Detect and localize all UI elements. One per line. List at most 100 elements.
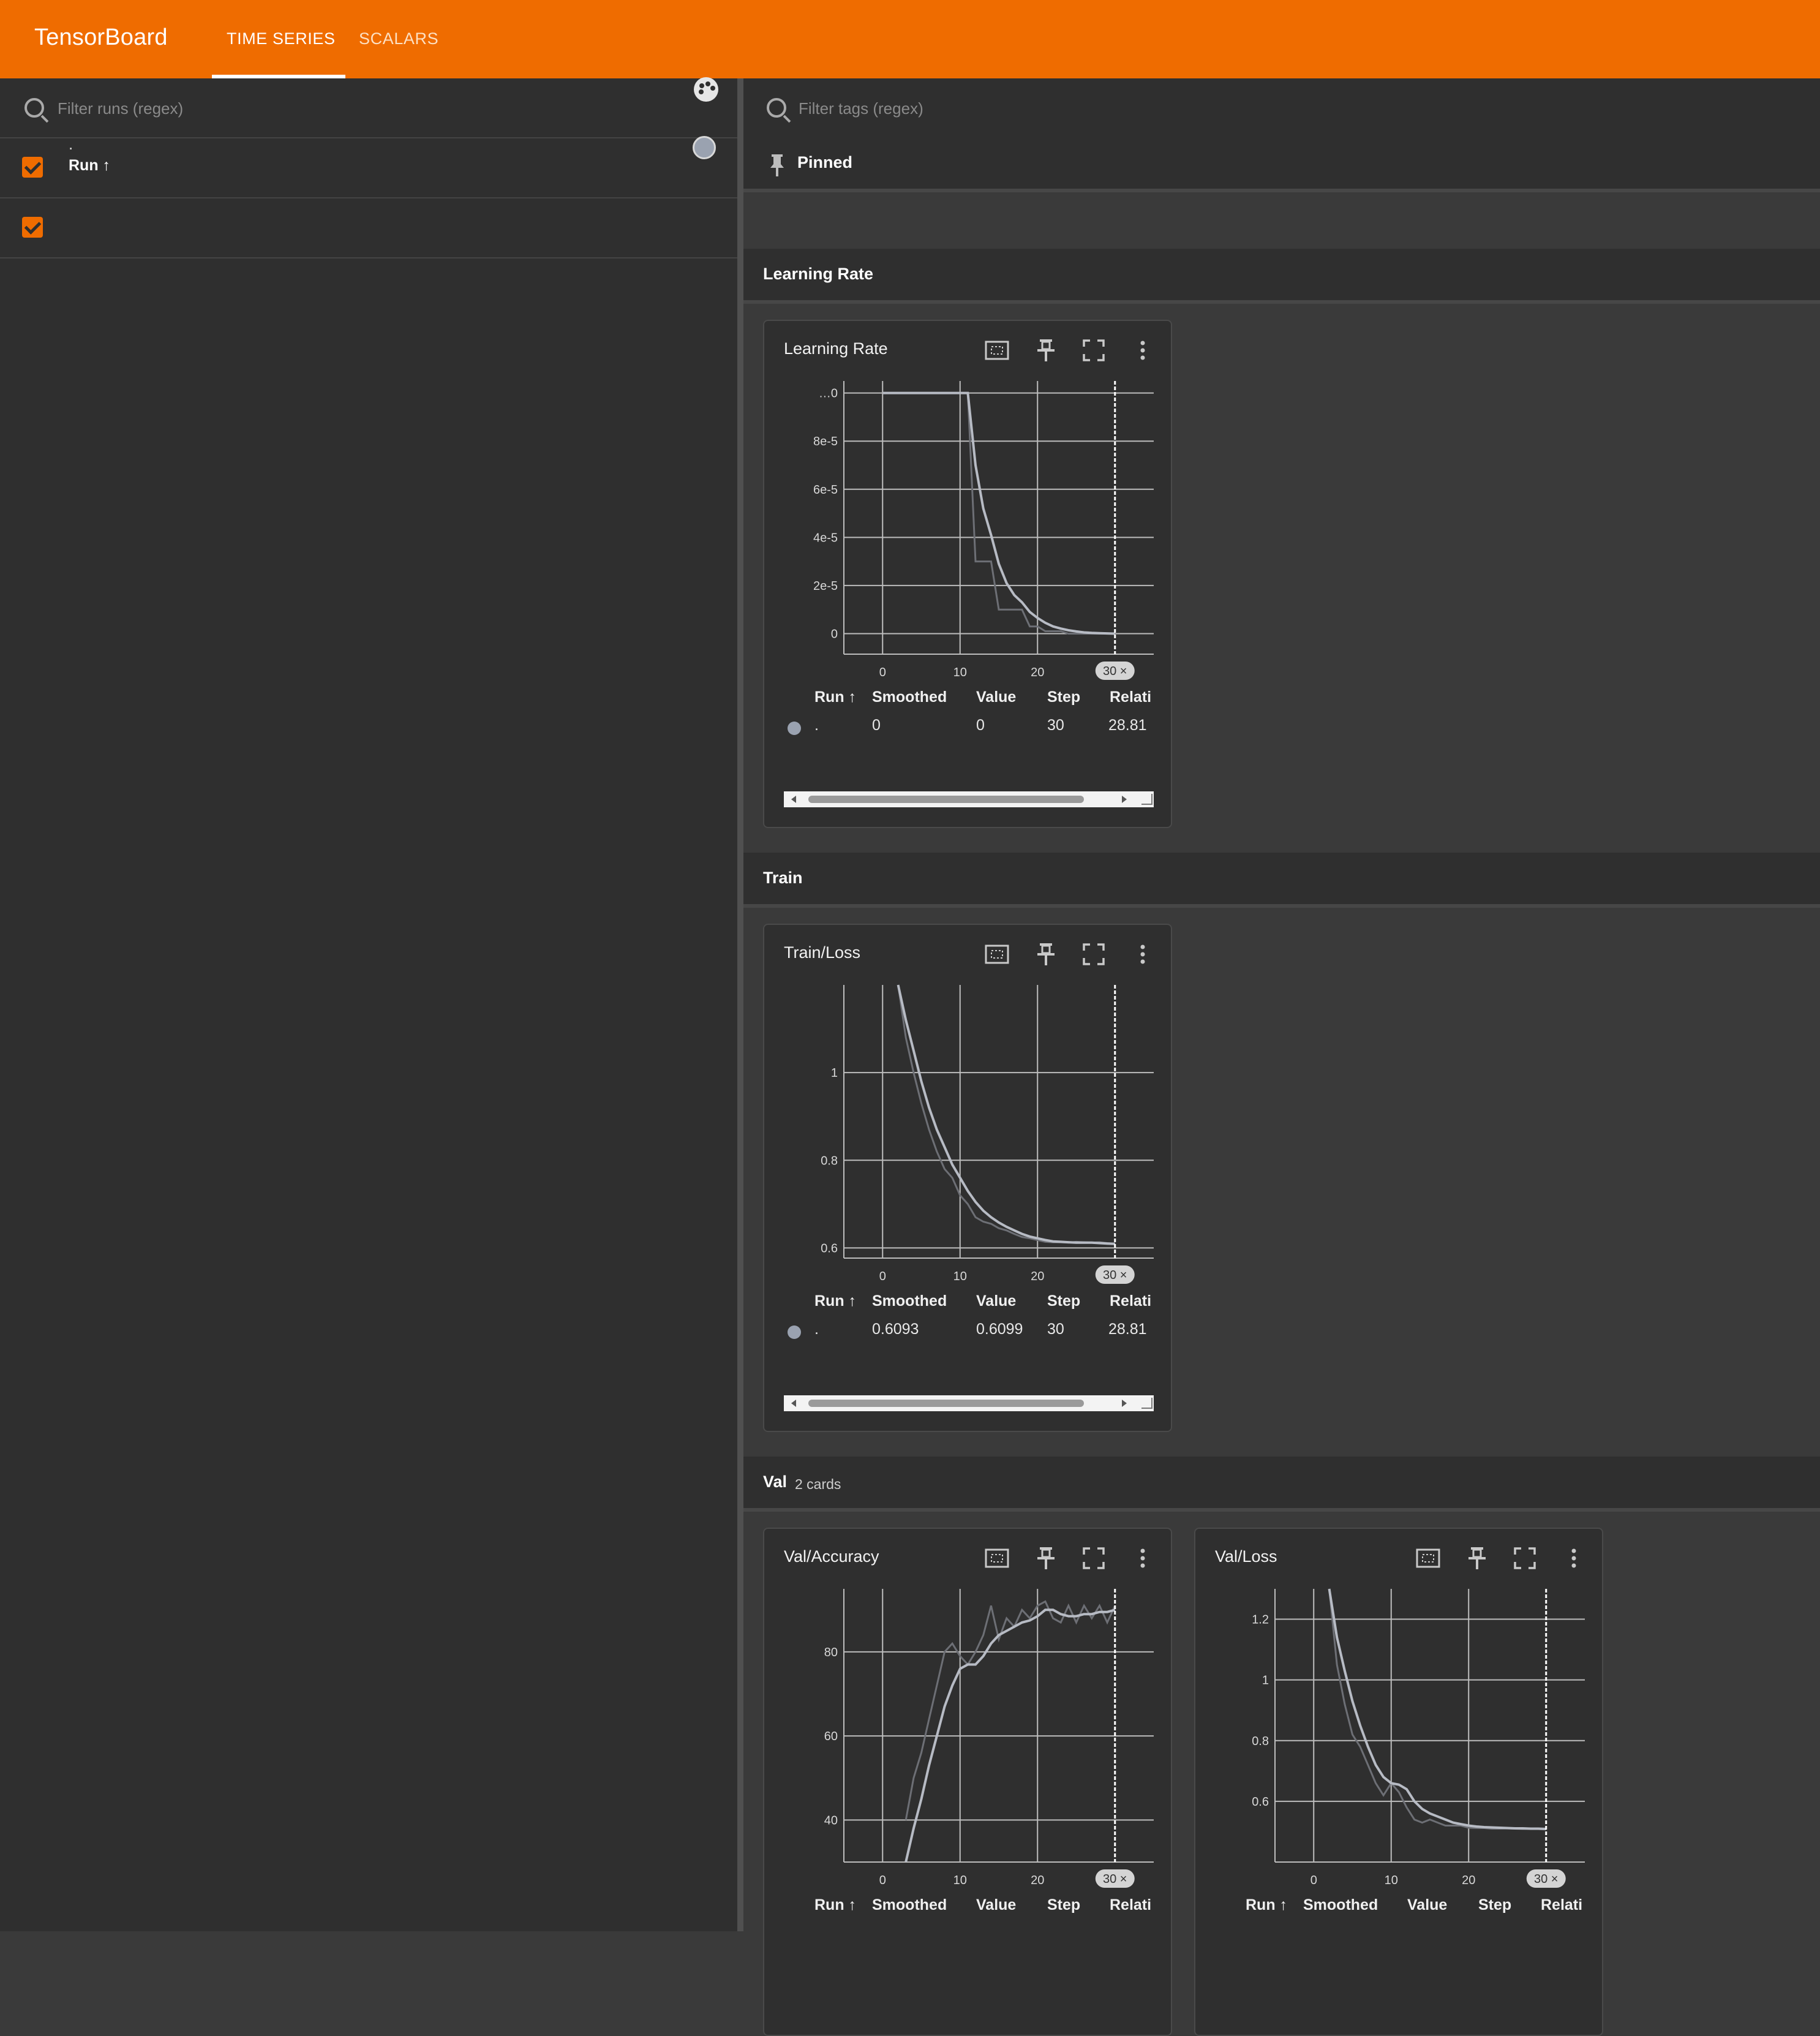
runs-filter-input[interactable] [56, 97, 708, 120]
section-header-val[interactable]: Val 2 cards [743, 1457, 1820, 1512]
more-vert-icon[interactable] [1560, 1545, 1587, 1572]
fit-domain-icon[interactable] [983, 941, 1010, 968]
runs-table-header: Run ↑ [0, 138, 737, 198]
y-tick-label: 80 [824, 1646, 838, 1659]
series-line-raw [882, 392, 1115, 635]
pin-card-icon[interactable] [1032, 1545, 1059, 1572]
table-header-relative[interactable]: Relati [1110, 1896, 1151, 1914]
y-tick-label: 1.2 [1252, 1613, 1269, 1627]
scroll-thumb[interactable] [808, 796, 1084, 803]
fullscreen-icon[interactable] [1080, 337, 1107, 364]
search-icon [767, 98, 786, 118]
x-tick-label: 10 [953, 1270, 967, 1283]
table-header-run[interactable]: Run ↑ [814, 1292, 856, 1310]
table-header-value[interactable]: Value [976, 1292, 1016, 1310]
scroll-left-arrow[interactable] [791, 796, 796, 803]
table-header-value[interactable]: Value [976, 1896, 1016, 1914]
app-header: TensorBoard TIME SERIES SCALARS [0, 0, 1820, 78]
runs-sidebar: Run ↑ [0, 78, 737, 1931]
table-header-step[interactable]: Step [1047, 1896, 1080, 1914]
y-tick-label: 1 [1262, 1674, 1269, 1687]
tags-filter-input[interactable] [797, 97, 1535, 120]
table-header-smoothed[interactable]: Smoothed [872, 688, 947, 706]
section-header-train[interactable]: Train [743, 853, 1820, 908]
fullscreen-icon[interactable] [1080, 1545, 1107, 1572]
chart-plot[interactable]: 0.6 0.8 1 1.2 0 10 20 30 × [1195, 1583, 1603, 1889]
run-column-header[interactable]: Run ↑ [69, 157, 110, 175]
run-checkbox[interactable] [22, 217, 43, 238]
table-header-step[interactable]: Step [1478, 1896, 1511, 1914]
series-line-smoothed [1328, 1588, 1546, 1830]
step-badge[interactable]: 30 × [1095, 662, 1135, 680]
step-badge-label: 30 × [1103, 665, 1127, 678]
scroll-left-arrow[interactable] [791, 1400, 796, 1407]
series-line-raw [904, 1600, 1116, 1820]
more-vert-icon[interactable] [1129, 337, 1156, 364]
chart-card-train-loss: Train/Loss 0.6 0.8 1 0 10 20 30 × Run ↑ Smoothed… [763, 924, 1172, 1432]
table-header-value[interactable]: Value [1407, 1896, 1447, 1914]
tags-filter-row [743, 78, 1820, 138]
table-header-value[interactable]: Value [976, 688, 1016, 706]
pin-card-icon[interactable] [1464, 1545, 1491, 1572]
scroll-right-arrow[interactable] [1122, 1400, 1127, 1407]
sidebar-resize-handle[interactable] [737, 78, 743, 1931]
step-badge-label: 30 × [1103, 1872, 1127, 1886]
x-tick-label: 10 [953, 666, 967, 679]
chart-plot[interactable]: 40 60 80 0 10 20 30 × [764, 1583, 1172, 1889]
scroll-right-arrow[interactable] [1122, 796, 1127, 803]
step-badge[interactable]: 30 × [1095, 1869, 1135, 1888]
run-color-swatch[interactable] [693, 136, 716, 159]
chart-plot[interactable]: 0.60.810 10 20 30 × [764, 979, 1172, 1285]
table-header-smoothed[interactable]: Smoothed [872, 1292, 947, 1310]
x-tick-label: 10 [953, 1874, 967, 1887]
step-badge[interactable]: 30 × [1095, 1265, 1135, 1284]
table-header-relative[interactable]: Relati [1110, 688, 1151, 706]
table-header-smoothed[interactable]: Smoothed [1303, 1896, 1378, 1914]
series-line-raw [1328, 1588, 1546, 1830]
run-name: . [69, 135, 73, 153]
more-vert-icon[interactable] [1129, 941, 1156, 968]
section-title: Learning Rate [763, 265, 874, 283]
tab-scalars[interactable]: SCALARS [359, 29, 438, 48]
fullscreen-icon[interactable] [1511, 1545, 1538, 1572]
y-tick-label: …0 [819, 387, 838, 401]
card-title: Train/Loss [784, 943, 861, 962]
fit-domain-icon[interactable] [1415, 1545, 1442, 1572]
chart-plot[interactable]: 0 2e-5 4e-5 6e-5 8e-5 …0 0 10 20 30 × [764, 375, 1172, 681]
fit-domain-icon[interactable] [983, 1545, 1010, 1572]
table-horizontal-scrollbar[interactable] [784, 1395, 1154, 1411]
table-header-relative[interactable]: Relati [1541, 1896, 1582, 1914]
table-header-relative[interactable]: Relati [1110, 1292, 1151, 1310]
table-header-run[interactable]: Run ↑ [814, 1896, 856, 1914]
table-header-run[interactable]: Run ↑ [1246, 1896, 1287, 1914]
pinned-section-header: Pinned [743, 137, 1820, 192]
fit-domain-icon[interactable] [983, 337, 1010, 364]
section-header-learning-rate[interactable]: Learning Rate [743, 249, 1820, 304]
y-tick-label: 2e-5 [813, 579, 838, 593]
table-cell-value: 0.6099 [976, 1321, 1023, 1338]
table-header-run[interactable]: Run ↑ [814, 688, 856, 706]
table-header-smoothed[interactable]: Smoothed [872, 1896, 947, 1914]
table-header-step[interactable]: Step [1047, 688, 1080, 706]
table-header-step[interactable]: Step [1047, 1292, 1080, 1310]
search-icon [24, 98, 44, 118]
x-tick-label: 10 [1385, 1874, 1398, 1887]
tab-time-series[interactable]: TIME SERIES [227, 29, 336, 48]
table-cell-value: 0 [976, 717, 985, 734]
y-tick-label: 40 [824, 1814, 838, 1827]
y-tick-label: 60 [824, 1730, 838, 1743]
pin-card-icon[interactable] [1032, 941, 1059, 968]
x-tick-label: 0 [879, 1270, 886, 1283]
resize-grip[interactable] [1141, 794, 1153, 805]
palette-icon[interactable] [694, 77, 718, 102]
select-all-runs-checkbox[interactable] [22, 157, 43, 178]
section-card-count: 2 cards [795, 1476, 841, 1492]
fullscreen-icon[interactable] [1080, 941, 1107, 968]
table-horizontal-scrollbar[interactable] [784, 791, 1154, 807]
x-tick-label: 20 [1031, 1270, 1044, 1283]
step-badge[interactable]: 30 × [1526, 1869, 1566, 1888]
more-vert-icon[interactable] [1129, 1545, 1156, 1572]
scroll-thumb[interactable] [808, 1400, 1084, 1407]
pin-card-icon[interactable] [1032, 337, 1059, 364]
resize-grip[interactable] [1141, 1398, 1153, 1409]
